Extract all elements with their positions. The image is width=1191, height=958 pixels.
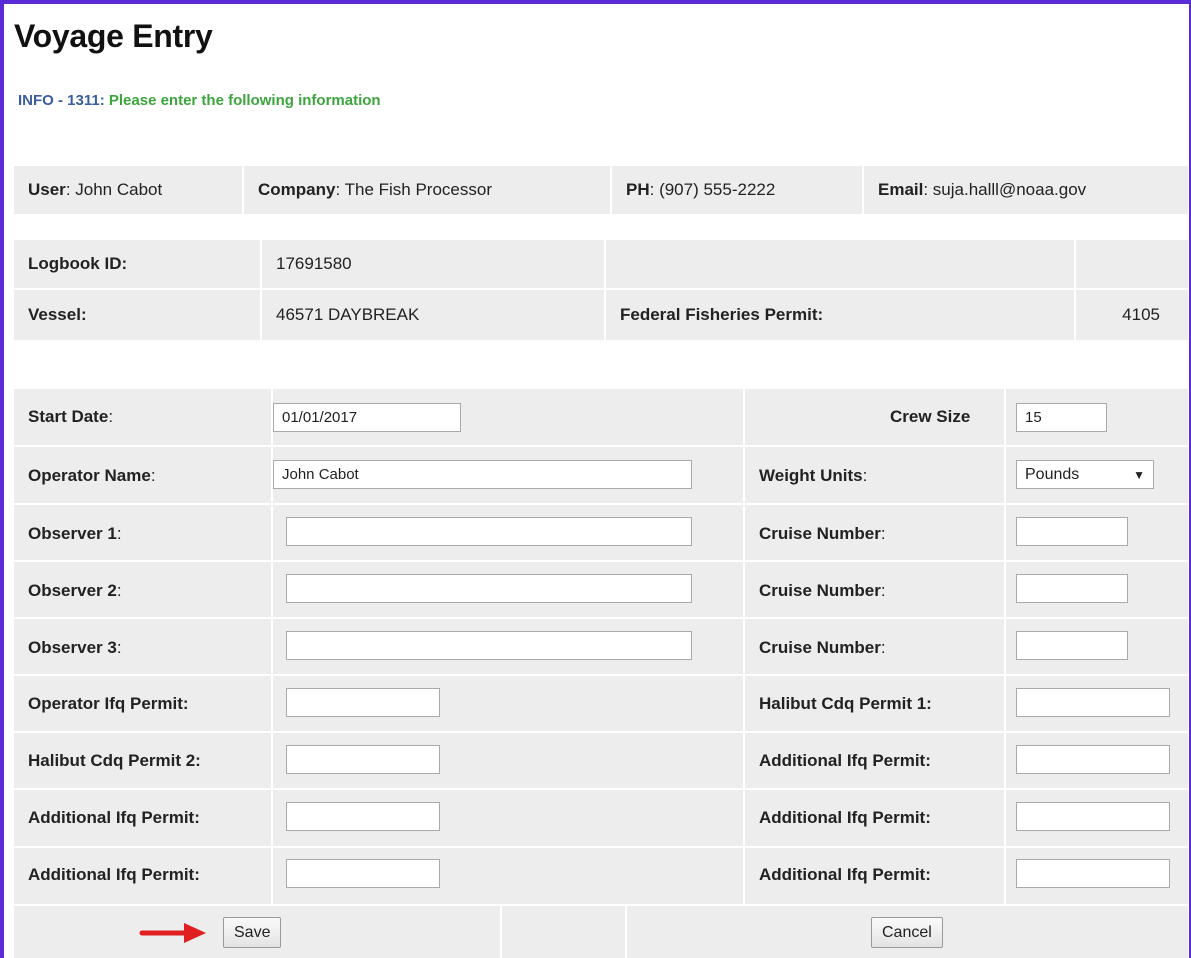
user-value: : John Cabot [65, 180, 163, 199]
logbook-empty-cell [604, 240, 1074, 288]
company-value: : The Fish Processor [335, 180, 492, 199]
user-cell: User: John Cabot [14, 166, 242, 214]
row-divider [14, 617, 1188, 619]
vessel-label: Vessel: [28, 305, 87, 324]
additional-ifq-label: Additional Ifq Permit: [28, 865, 200, 884]
row-divider [14, 846, 1188, 848]
observer3-input[interactable] [286, 631, 692, 660]
cruise-number-label: Cruise Number: [759, 638, 886, 657]
email-value: : suja.halll@noaa.gov [923, 180, 1087, 199]
observer2-input[interactable] [286, 574, 692, 603]
ffp-value-cell: 4105 [1074, 290, 1188, 340]
row-divider [14, 503, 1188, 505]
save-button[interactable]: Save [223, 917, 282, 948]
arrow-right-icon [139, 923, 206, 943]
cruise-number-1-input[interactable] [1016, 517, 1128, 546]
additional-ifq-label: Additional Ifq Permit: [759, 751, 931, 770]
additional-ifq-label: Additional Ifq Permit: [28, 808, 200, 827]
additional-ifq-input[interactable] [1016, 859, 1170, 888]
cancel-button[interactable]: Cancel [871, 917, 943, 948]
cruise-number-3-input[interactable] [1016, 631, 1128, 660]
additional-ifq-label: Additional Ifq Permit: [759, 808, 931, 827]
logbook-empty-cell [1074, 240, 1188, 288]
additional-ifq-input[interactable] [286, 802, 440, 831]
page-title: Voyage Entry [14, 18, 213, 54]
email-cell: Email: suja.halll@noaa.gov [862, 166, 1188, 214]
observer3-label: Observer 3: [28, 638, 122, 657]
phone-label: PH [626, 180, 650, 199]
ffp-label-cell: Federal Fisheries Permit: [604, 290, 1074, 340]
cruise-number-label: Cruise Number: [759, 524, 886, 543]
logbook-value: 17691580 [276, 254, 352, 273]
row-divider [14, 731, 1188, 733]
start-date-input[interactable] [273, 403, 461, 432]
halibut-cdq2-label: Halibut Cdq Permit 2: [28, 751, 201, 770]
column-divider [625, 906, 627, 958]
info-text: Please enter the following information [108, 92, 381, 109]
additional-ifq-label: Additional Ifq Permit: [759, 865, 931, 884]
column-divider [743, 389, 745, 904]
company-cell: Company: The Fish Processor [242, 166, 610, 214]
logbook-label-cell: Logbook ID: [14, 240, 260, 288]
phone-value: : (907) 555-2222 [649, 180, 776, 199]
user-info-bar: User: John Cabot Company: The Fish Proce… [14, 166, 1188, 214]
vessel-value-cell: 46571 DAYBREAK [260, 290, 604, 340]
ffp-value: 4105 [1122, 305, 1160, 324]
cruise-number-label: Cruise Number: [759, 581, 886, 600]
observer1-input[interactable] [286, 517, 692, 546]
operator-ifq-label: Operator Ifq Permit: [28, 694, 189, 713]
user-label: User [28, 180, 66, 199]
observer1-label: Observer 1: [28, 524, 122, 543]
logbook-info-block: Logbook ID: 17691580 Vessel: 46571 DAYBR… [14, 240, 1188, 340]
observer2-label: Observer 2: [28, 581, 122, 600]
email-label: Email [878, 180, 924, 199]
additional-ifq-input[interactable] [1016, 745, 1170, 774]
additional-ifq-input[interactable] [1016, 802, 1170, 831]
row-divider [14, 560, 1188, 562]
weight-units-value: Pounds [1025, 465, 1080, 483]
column-divider [500, 906, 502, 958]
row-divider [14, 788, 1188, 790]
weight-units-label: Weight Units: [759, 466, 868, 485]
start-date-label: Start Date: [28, 407, 114, 426]
phone-cell: PH: (907) 555-2222 [610, 166, 862, 214]
logbook-value-cell: 17691580 [260, 240, 604, 288]
additional-ifq-input[interactable] [286, 859, 440, 888]
weight-units-select[interactable]: Pounds ▼ [1016, 460, 1154, 489]
ffp-label: Federal Fisheries Permit: [620, 305, 824, 324]
vessel-value: 46571 DAYBREAK [276, 305, 420, 324]
info-message: INFO - 1311: Please enter the following … [18, 92, 381, 109]
company-label: Company [258, 180, 336, 199]
halibut-cdq1-input[interactable] [1016, 688, 1170, 717]
halibut-cdq2-input[interactable] [286, 745, 440, 774]
row-divider [14, 445, 1188, 447]
operator-ifq-input[interactable] [286, 688, 440, 717]
info-code: INFO - 1311: [18, 92, 105, 109]
column-divider [1004, 389, 1006, 904]
row-divider [14, 674, 1188, 676]
logbook-label: Logbook ID: [28, 254, 128, 273]
crew-size-input[interactable] [1016, 403, 1107, 432]
chevron-down-icon: ▼ [1133, 467, 1145, 482]
operator-name-input[interactable] [273, 460, 692, 489]
vessel-label-cell: Vessel: [14, 290, 260, 340]
halibut-cdq1-label: Halibut Cdq Permit 1: [759, 694, 932, 713]
cruise-number-2-input[interactable] [1016, 574, 1128, 603]
operator-name-label: Operator Name: [28, 466, 156, 485]
crew-size-label: Crew Size [890, 407, 971, 426]
